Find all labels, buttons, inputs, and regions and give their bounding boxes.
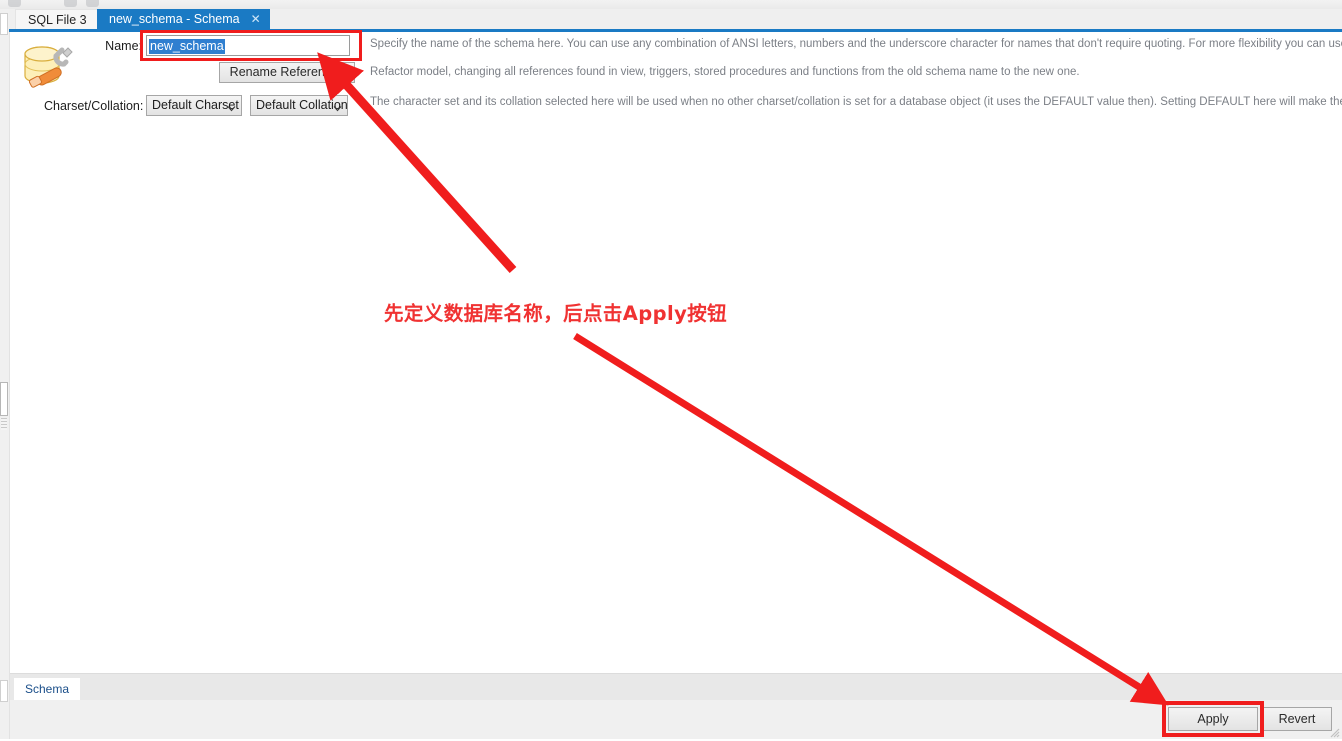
charset-collation-label: Charset/Collation: — [44, 99, 144, 113]
rename-references-button-label: Rename References — [229, 65, 345, 79]
tab-sql-file-3-label: SQL File 3 — [28, 13, 87, 27]
tab-new-schema-label: new_schema - Schema — [109, 12, 240, 26]
editor-tabstrip: SQL File 3 new_schema - Schema ✕ — [9, 9, 1342, 32]
toolbar-icon-3[interactable] — [86, 0, 99, 7]
apply-button[interactable]: Apply — [1168, 707, 1258, 731]
revert-button-label: Revert — [1278, 712, 1316, 726]
sidebar-splitter-grip[interactable] — [1, 418, 7, 430]
revert-button[interactable]: Revert — [1262, 707, 1332, 731]
left-sidebar-rail — [0, 9, 10, 739]
tab-schema[interactable]: Schema — [14, 678, 80, 701]
toolbar-sliver — [0, 0, 1342, 9]
name-field-label: Name: — [105, 39, 142, 53]
charset-select-value: Default Charset — [152, 98, 239, 112]
charset-select[interactable]: Default Charset — [146, 95, 242, 116]
toolbar-icon-2[interactable] — [64, 0, 77, 7]
apply-button-label: Apply — [1197, 712, 1229, 726]
charset-help-text: The character set and its collation sele… — [370, 96, 1342, 108]
tab-sql-file-3[interactable]: SQL File 3 — [15, 9, 100, 29]
sidebar-collapse-handle-top[interactable] — [0, 13, 8, 35]
schema-editor-panel — [10, 32, 1342, 673]
chevron-down-icon — [227, 100, 236, 112]
schema-database-icon — [18, 42, 80, 94]
collation-select[interactable]: Default Collation — [250, 95, 348, 116]
sidebar-splitter-handle[interactable] — [0, 382, 8, 416]
rename-help-text: Refactor model, changing all references … — [370, 66, 1080, 78]
close-icon[interactable]: ✕ — [251, 9, 261, 29]
sidebar-collapse-handle-bottom[interactable] — [0, 680, 8, 702]
toolbar-icon-1[interactable] — [8, 0, 21, 7]
editor-action-bar — [10, 700, 1342, 739]
name-help-text: Specify the name of the schema here. You… — [370, 38, 1342, 50]
name-input[interactable] — [146, 35, 350, 56]
chevron-down-icon — [333, 100, 342, 112]
schema-subtabstrip: Schema — [10, 673, 1342, 701]
rename-references-button[interactable]: Rename References — [219, 62, 355, 83]
tab-schema-label: Schema — [24, 682, 70, 696]
tab-new-schema[interactable]: new_schema - Schema ✕ — [97, 9, 270, 29]
